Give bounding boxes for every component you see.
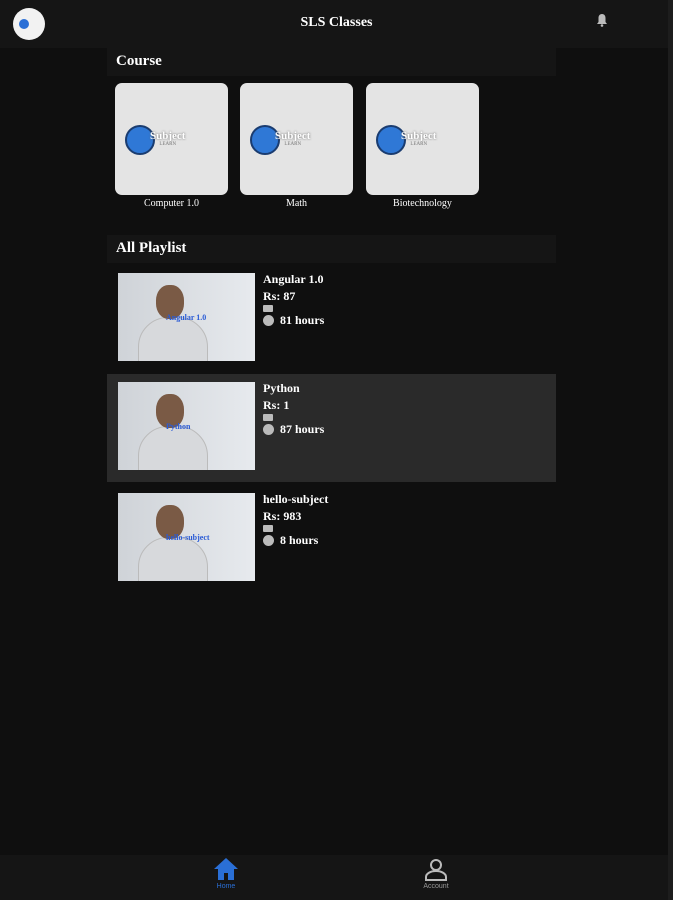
playlist-duration: 8 hours <box>280 533 319 547</box>
bottom-nav: Home Account <box>0 855 668 900</box>
course-label: Computer 1.0 <box>144 198 199 209</box>
clock-icon <box>263 315 274 326</box>
clock-icon <box>263 535 274 546</box>
course-label: Biotechnology <box>393 198 452 209</box>
thumbnail-tag: Python <box>166 422 191 431</box>
course-card-computer[interactable]: Subject LEARN Computer 1.0 <box>115 83 228 209</box>
playlist-thumbnail: Python <box>118 382 255 470</box>
video-camera-icon <box>263 305 273 312</box>
playlist-price: Rs: 1 <box>263 398 290 412</box>
playlist-price: Rs: 983 <box>263 509 302 523</box>
video-camera-icon <box>263 525 273 532</box>
person-icon <box>425 859 447 881</box>
home-icon <box>214 858 238 880</box>
playlist-item[interactable]: Python Python Rs: 1 87 hours <box>107 374 556 482</box>
thumbnail-tag: Angular 1.0 <box>166 313 207 322</box>
nav-home-label: Home <box>216 883 236 890</box>
playlist-name: Python <box>263 381 300 395</box>
course-card-biotechnology[interactable]: Subject LEARN Biotechnology <box>366 83 479 209</box>
course-label: Math <box>285 198 308 209</box>
clock-icon <box>263 424 274 435</box>
thumbnail-tag: hello-subject <box>166 533 210 542</box>
playlist-section-header: All Playlist <box>107 235 556 263</box>
brand-sub: LEARN <box>284 142 302 147</box>
scrollbar-track <box>668 0 673 900</box>
brand-text: Subject <box>150 130 186 142</box>
notification-bell-icon[interactable] <box>596 13 608 27</box>
playlist-thumbnail: Angular 1.0 <box>118 273 255 361</box>
course-section-header: Course <box>107 48 556 76</box>
brand-sub: LEARN <box>410 142 428 147</box>
playlist-price: Rs: 87 <box>263 289 296 303</box>
playlist-duration: 87 hours <box>280 422 325 436</box>
video-camera-icon <box>263 414 273 421</box>
playlist-name: hello-subject <box>263 492 329 506</box>
nav-home[interactable]: Home <box>196 857 256 890</box>
playlist-item[interactable]: Angular 1.0 Angular 1.0 Rs: 87 81 hours <box>107 265 556 373</box>
playlist-duration: 81 hours <box>280 313 325 327</box>
playlist-name: Angular 1.0 <box>263 272 324 286</box>
brand-text: Subject <box>401 130 437 142</box>
nav-account-label: Account <box>423 883 449 890</box>
brand-text: Subject <box>275 130 311 142</box>
brand-sub: LEARN <box>159 142 177 147</box>
course-card-math[interactable]: Subject LEARN Math <box>240 83 353 209</box>
nav-account[interactable]: Account <box>406 857 466 890</box>
playlist-item[interactable]: hello-subject hello-subject Rs: 983 8 ho… <box>107 485 556 593</box>
top-bar: SLS Classes <box>0 0 673 48</box>
app-title: SLS Classes <box>300 15 373 30</box>
playlist-thumbnail: hello-subject <box>118 493 255 581</box>
